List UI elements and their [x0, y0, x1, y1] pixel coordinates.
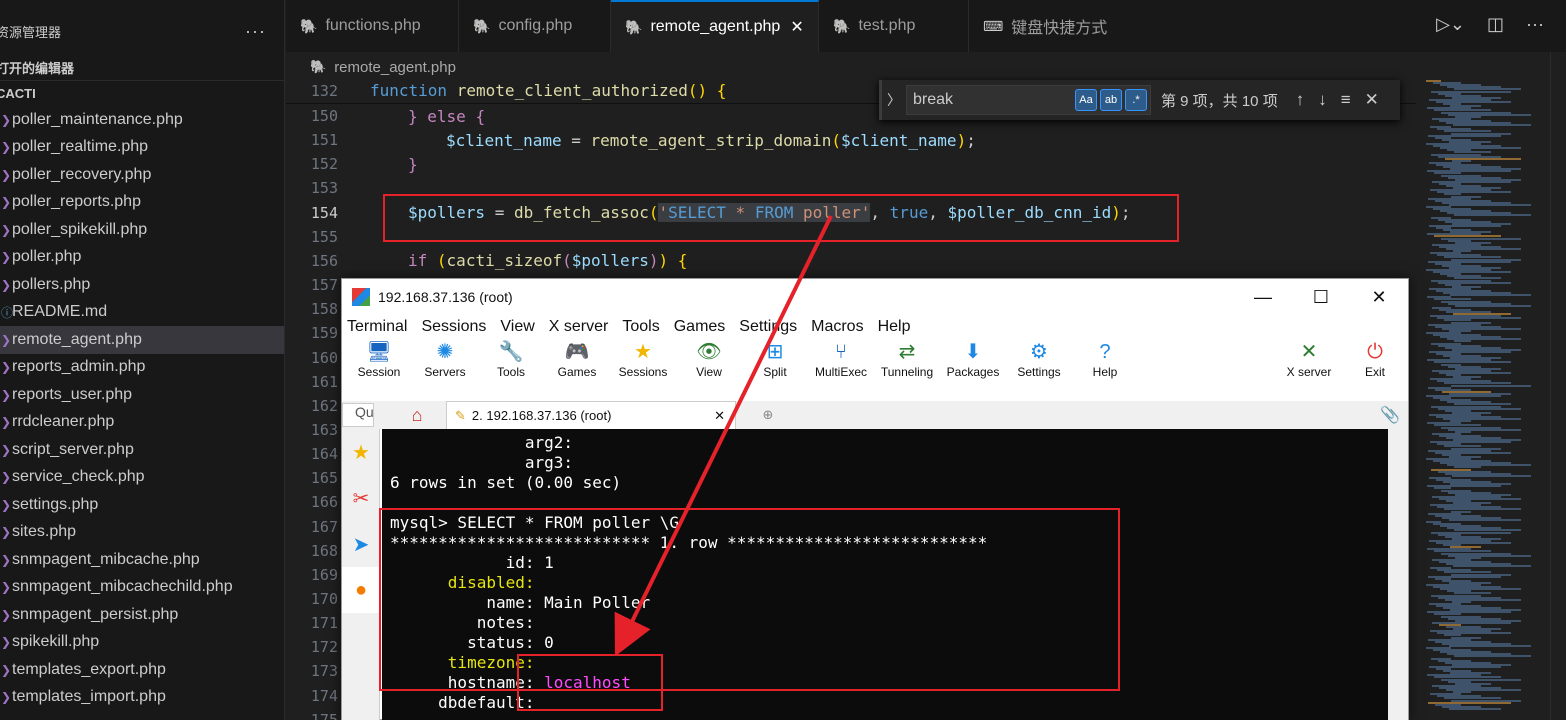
- annotation-arrow: [614, 215, 833, 657]
- vscode-window: 资源管理器 ··· 打开的编辑器 CACTI ❯ poller_maintenan…: [0, 0, 1566, 720]
